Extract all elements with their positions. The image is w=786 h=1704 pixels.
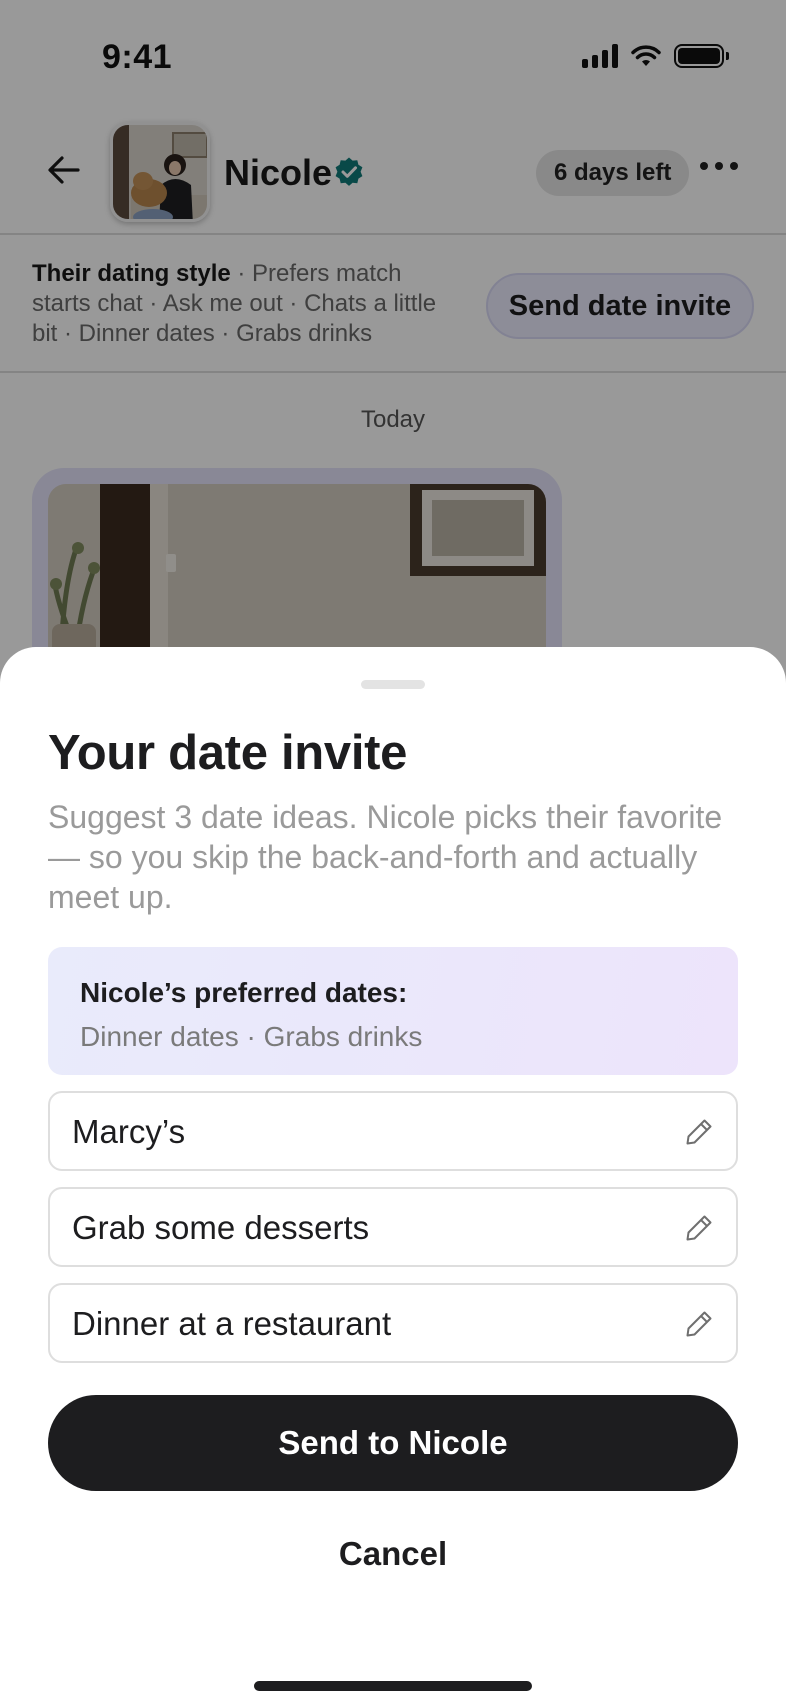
date-idea-text: Grab some desserts xyxy=(72,1209,370,1246)
date-idea-text: Marcy’s xyxy=(72,1113,186,1150)
pencil-edit-icon[interactable] xyxy=(684,1309,714,1339)
date-idea-field-3[interactable]: Dinner at a restaurant xyxy=(48,1283,738,1363)
date-idea-field-1[interactable]: Marcy’s xyxy=(48,1091,738,1171)
sheet-description: Suggest 3 date ideas. Nicole picks their… xyxy=(48,799,723,915)
preferred-dates-box: Nicole’s preferred dates: Dinner dates ·… xyxy=(48,947,738,1075)
home-indicator[interactable] xyxy=(254,1681,532,1691)
send-to-nicole-button[interactable]: Send to Nicole xyxy=(48,1395,738,1491)
sheet-grabber[interactable] xyxy=(361,680,425,689)
date-idea-text: Dinner at a restaurant xyxy=(72,1305,392,1342)
preferred-dates-values: Dinner dates · Grabs drinks xyxy=(80,1021,423,1052)
pencil-edit-icon[interactable] xyxy=(684,1213,714,1243)
pencil-edit-icon[interactable] xyxy=(684,1117,714,1147)
preferred-dates-title: Nicole’s preferred dates: xyxy=(80,977,408,1008)
date-invite-sheet: Your date invite Suggest 3 date ideas. N… xyxy=(0,647,786,1704)
cancel-button[interactable]: Cancel xyxy=(0,1535,786,1573)
sheet-title: Your date invite xyxy=(48,726,408,780)
date-idea-field-2[interactable]: Grab some desserts xyxy=(48,1187,738,1267)
